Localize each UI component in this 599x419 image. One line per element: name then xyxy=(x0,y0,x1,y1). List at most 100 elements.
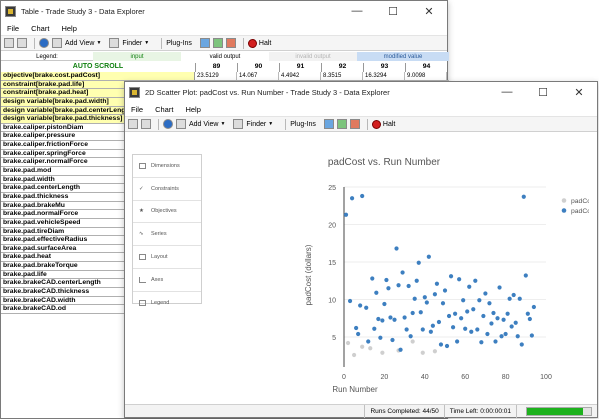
undo-icon[interactable] xyxy=(128,119,138,129)
column-header[interactable]: 93 xyxy=(363,63,405,72)
data-point xyxy=(432,292,437,297)
data-point xyxy=(465,309,470,314)
toolbar-separator xyxy=(34,37,35,49)
minimize-icon[interactable]: — xyxy=(339,1,375,21)
data-point xyxy=(366,339,371,344)
toolbar-separator xyxy=(285,118,287,130)
data-point xyxy=(414,278,419,283)
plugin-icon[interactable] xyxy=(349,119,360,129)
side-item-series[interactable]: ∿ Series xyxy=(133,223,201,247)
data-point xyxy=(424,300,429,305)
add-view-icon xyxy=(52,38,62,48)
chevron-down-icon: ▼ xyxy=(268,121,274,127)
data-point xyxy=(408,334,413,339)
column-header[interactable]: 94 xyxy=(405,63,447,72)
data-point xyxy=(473,278,478,283)
side-item-axes[interactable]: Axes xyxy=(133,269,201,292)
data-point xyxy=(370,276,375,281)
menu-file[interactable]: File xyxy=(131,105,143,114)
legend-marker xyxy=(561,208,567,213)
menu-chart[interactable]: Chart xyxy=(31,24,49,33)
column-header[interactable]: 92 xyxy=(321,63,363,72)
time-left-value: 0:00:00:01 xyxy=(480,407,511,415)
data-point xyxy=(388,315,393,320)
table-cell[interactable]: 16.3294 xyxy=(363,72,405,80)
legend-input: input xyxy=(93,52,181,61)
auto-scroll-header[interactable]: AUTO SCROLL xyxy=(1,63,195,72)
scatter-window-titlebar: 2D Scatter Plot: padCost vs. Run Number … xyxy=(125,82,597,102)
data-point xyxy=(475,327,480,332)
series-icon: ∿ xyxy=(139,231,144,238)
data-point xyxy=(531,304,536,310)
table-cell[interactable]: 14.067 xyxy=(237,72,279,80)
column-header[interactable]: 89 xyxy=(195,63,237,72)
add-view-icon xyxy=(176,119,186,129)
scatter-body: Dimensions ✓ Constraints ★ Objectives ∿ Ser… xyxy=(125,147,599,401)
plugins-button[interactable]: Plug-Ins xyxy=(290,121,316,128)
scatter-toolbar: Add View ▼ Finder ▼ Plug-Ins Halt xyxy=(125,116,597,132)
add-view-button[interactable]: Add View ▼ xyxy=(176,119,225,129)
table-cell[interactable]: 4.4942 xyxy=(279,72,321,80)
add-view-button[interactable]: Add View ▼ xyxy=(52,38,101,48)
table-cell[interactable]: 8.3515 xyxy=(321,72,363,80)
data-point xyxy=(436,319,442,325)
data-point xyxy=(396,283,401,288)
table-row[interactable]: objective[brake.cost.padCost] 23.5129 14.0… xyxy=(1,72,449,81)
side-item-legend[interactable]: Legend xyxy=(133,292,201,315)
plugins-button[interactable]: Plug-Ins xyxy=(166,40,192,47)
close-icon[interactable]: ✕ xyxy=(561,82,597,102)
column-header[interactable]: 91 xyxy=(279,63,321,72)
table-toolbar: Add View ▼ Finder ▼ Plug-Ins Halt xyxy=(1,35,447,51)
menu-file[interactable]: File xyxy=(7,24,19,33)
plugin-icon[interactable] xyxy=(323,119,334,129)
minimize-icon[interactable]: — xyxy=(489,82,525,102)
time-left: Time Left: 0:00:00:01 xyxy=(443,404,516,418)
side-item-objectives[interactable]: ★ Objectives xyxy=(133,201,201,224)
data-point xyxy=(529,333,534,338)
undo-icon[interactable] xyxy=(4,38,14,48)
finder-label: Finder xyxy=(246,120,267,128)
data-point xyxy=(416,260,421,265)
menu-chart[interactable]: Chart xyxy=(155,105,173,114)
finder-button[interactable]: Finder ▼ xyxy=(233,119,273,129)
halt-button[interactable]: Halt xyxy=(371,119,395,129)
column-header[interactable]: 90 xyxy=(237,63,279,72)
legend-icon xyxy=(139,300,146,307)
data-point xyxy=(505,311,510,316)
side-item-constraints[interactable]: ✓ Constraints xyxy=(133,178,201,201)
side-item-label: Legend xyxy=(151,300,170,307)
status-bar: Runs Completed: 44/50 Time Left: 0:00:00… xyxy=(125,404,597,418)
maximize-icon[interactable]: ☐ xyxy=(375,1,411,21)
table-cell[interactable]: 23.5129 xyxy=(195,72,237,80)
data-point xyxy=(487,301,492,306)
table-window-titlebar: Table - Trade Study 3 - Data Explorer — … xyxy=(1,1,447,21)
plugin-icon[interactable] xyxy=(336,119,347,129)
data-point xyxy=(358,303,363,308)
plugin-icon[interactable] xyxy=(212,38,223,48)
maximize-icon[interactable]: ☐ xyxy=(525,82,561,102)
save-icon[interactable] xyxy=(17,38,27,48)
side-item-layout[interactable]: Layout xyxy=(133,246,201,269)
x-tick-label: 80 xyxy=(502,374,510,381)
plugin-icon[interactable] xyxy=(199,38,210,48)
finder-icon xyxy=(109,38,120,48)
data-point xyxy=(463,326,468,331)
save-icon[interactable] xyxy=(141,119,151,129)
close-icon[interactable]: ✕ xyxy=(411,1,447,21)
halt-button[interactable]: Halt xyxy=(247,38,271,48)
plugin-icon[interactable] xyxy=(225,38,236,48)
help-icon[interactable] xyxy=(39,38,49,48)
data-point xyxy=(402,315,407,320)
menu-help[interactable]: Help xyxy=(61,24,76,33)
menu-help[interactable]: Help xyxy=(185,105,200,114)
table-cell[interactable]: 9.0098 xyxy=(405,72,447,80)
y-tick-label: 20 xyxy=(328,223,336,230)
data-point xyxy=(360,193,365,199)
dimensions-icon xyxy=(139,162,146,169)
help-icon[interactable] xyxy=(163,119,173,129)
table-window-title: Table - Trade Study 3 - Data Explorer xyxy=(21,6,145,16)
data-point xyxy=(406,283,411,289)
data-point xyxy=(497,285,502,290)
finder-button[interactable]: Finder ▼ xyxy=(109,38,149,48)
side-item-dimensions[interactable]: Dimensions xyxy=(133,155,201,178)
